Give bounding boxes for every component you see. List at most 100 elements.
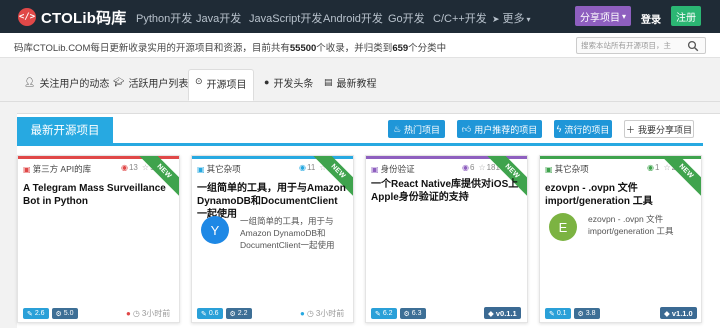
category-label: 其它杂项: [554, 164, 589, 174]
star-icon: ☆: [478, 163, 486, 172]
register-button[interactable]: 注册: [671, 6, 701, 26]
clock-icon: ◷: [306, 309, 314, 318]
category-icon: ▣: [545, 164, 553, 174]
card-stats: ◉6 ☆181: [462, 163, 500, 172]
stats-suffix: 个分类中: [408, 43, 447, 54]
card-category[interactable]: ▣ 其它杂项: [545, 163, 589, 175]
nav-more-label: 更多: [502, 13, 525, 25]
rating-value: 3.8: [585, 310, 596, 317]
project-title[interactable]: A Telegram Mass Surveillance Bot in Pyth…: [23, 182, 173, 208]
tab-dev-headlines[interactable]: ● 开发头条: [258, 70, 319, 94]
card-footer-badges: ✎ 2.6 ⚙ 5.0: [23, 308, 81, 319]
hot-projects-button[interactable]: ♨ 热门项目: [388, 120, 445, 138]
button-label: 流行的项目: [564, 124, 610, 135]
category-label: 第三方 API的库: [32, 164, 92, 174]
caret-down-icon: ▾: [526, 15, 531, 24]
search-input[interactable]: [581, 41, 685, 50]
caret-down-icon: ▾: [621, 11, 626, 21]
version-tag: ◆ v0.1.1: [484, 307, 521, 319]
card-category[interactable]: ▣ 其它杂项: [197, 163, 241, 175]
popular-projects-button[interactable]: ϟ 流行的项目: [554, 120, 612, 138]
card-footer-badges: ✎ 0.1 ⚙ 3.8: [545, 308, 603, 319]
panel-title-underline: [17, 143, 703, 146]
project-title[interactable]: 一个React Native库提供对iOS上Apple身份验证的支持: [371, 178, 521, 204]
rating-badge: ⚙ 3.8: [573, 308, 600, 319]
user-icon: ●: [300, 309, 305, 318]
category-icon: ▣: [23, 164, 31, 174]
dot-circle-icon: ⊙: [195, 76, 203, 86]
card-category[interactable]: ▣ 第三方 API的库: [23, 163, 91, 175]
score-value: 2.6: [34, 310, 45, 317]
tab-following-feed[interactable]: 👤︎ 关注用户的动态: [18, 70, 115, 94]
search-icon[interactable]: [687, 40, 699, 52]
nav-link-android[interactable]: Android开发: [323, 10, 383, 26]
newspaper-icon: ▤: [324, 76, 333, 87]
button-label: 用户推荐的项目: [474, 124, 538, 135]
time-label: 3小时前: [315, 309, 345, 318]
project-title[interactable]: ezovpn - .ovpn 文件 import/generation 工具: [545, 182, 695, 208]
share-project-label: 分享项目: [579, 12, 620, 24]
score-value: 6.2: [382, 310, 393, 317]
eye-icon: ◉: [121, 163, 128, 172]
login-link[interactable]: 登录: [641, 11, 661, 26]
nav-link-go[interactable]: Go开发: [388, 10, 425, 26]
nav-link-javascript[interactable]: JavaScript开发: [249, 10, 322, 26]
recommended-projects-button[interactable]: 👍︎ 用户推荐的项目: [457, 120, 542, 138]
project-card[interactable]: ▣第三方 API的库 ◉13☆543 NEW A Telegram Mass S…: [17, 155, 180, 323]
card-category[interactable]: ▣ 身份验证: [371, 163, 415, 175]
nav-link-python[interactable]: Python开发: [136, 10, 192, 26]
rating-value: 2.2: [237, 310, 248, 317]
category-label: 其它杂项: [206, 164, 241, 174]
tag-icon: ◆: [488, 308, 496, 318]
project-card[interactable]: ▣其它杂项 ◉1☆27 NEW ezovpn - .ovpn 文件 import…: [539, 155, 702, 323]
search-box: [576, 37, 706, 54]
view-count: 11: [306, 163, 316, 172]
view-count: 6: [469, 163, 475, 172]
bolt-icon: ϟ: [556, 124, 562, 134]
avatar[interactable]: Y: [201, 216, 229, 244]
user-icon: 👤︎: [24, 76, 36, 87]
site-brand[interactable]: </> CTOLib码库: [18, 7, 127, 27]
nav-link-cpp[interactable]: C/C++开发: [433, 10, 487, 26]
view-count: 13: [128, 163, 138, 172]
tab-label: 开发头条: [273, 78, 314, 90]
tab-label: 活跃用户列表: [128, 78, 189, 90]
nav-link-java[interactable]: Java开发: [196, 10, 241, 26]
button-label: 我要分享项目: [638, 124, 693, 135]
eye-icon: ◉: [299, 163, 306, 172]
edit-icon: ✎: [549, 310, 557, 318]
tab-label: 关注用户的动态: [39, 78, 110, 90]
rating-badge: ⚙ 5.0: [51, 308, 78, 319]
top-navbar: </> CTOLib码库 Python开发 Java开发 JavaScript开…: [0, 0, 720, 33]
view-count: 1: [654, 163, 660, 172]
card-footer-badges: ✎ 0.6 ⚙ 2.2: [197, 308, 255, 319]
share-my-project-button[interactable]: ＋我要分享项目: [624, 120, 694, 138]
project-card[interactable]: ▣其它杂项 ◉11☆184 NEW 一组简单的工具，用于与Amazon Dyna…: [191, 155, 354, 323]
tab-open-source-projects[interactable]: ⊙ 开源项目: [188, 69, 254, 101]
score-badge: ✎ 2.6: [23, 308, 49, 319]
nav-more-menu[interactable]: ➤ 更多 ▾: [492, 10, 531, 26]
plus-icon: ＋: [625, 124, 635, 135]
brand-logo-icon: </>: [18, 8, 36, 26]
version-label: v0.1.1: [495, 308, 517, 318]
site-stats-text: 码库CTOLib.COM每日更新收录实用的开源项目和资源，目前共有55500个收…: [14, 40, 446, 54]
tab-latest-tutorials[interactable]: ▤ 最新教程: [318, 70, 383, 94]
category-label: 身份验证: [380, 164, 415, 174]
gear-icon: ⚙: [55, 310, 64, 318]
tab-label: 开源项目: [206, 80, 247, 91]
score-badge: ✎ 6.2: [371, 308, 397, 319]
score-badge: ✎ 0.6: [197, 308, 223, 319]
share-project-button[interactable]: 分享项目 ▾: [575, 6, 631, 26]
category-icon: ▣: [371, 164, 379, 174]
version-tag: ◆ v1.1.0: [660, 307, 697, 319]
edit-icon: ✎: [201, 310, 209, 318]
edit-icon: ✎: [27, 310, 35, 318]
thumbs-up-icon: 👍︎: [461, 123, 472, 134]
stats-middle: 个收录，并归类到: [316, 43, 393, 54]
avatar[interactable]: E: [549, 213, 577, 241]
tab-active-users[interactable]: 🎓︎ 活跃用户列表: [107, 70, 194, 94]
user-icon: ●: [126, 309, 131, 318]
tag-icon: ◆: [664, 308, 672, 318]
card-footer-badges: ✎ 6.2 ⚙ 6.3: [371, 308, 429, 319]
project-card[interactable]: ▣ 身份验证 ◉6 ☆181 NEW 一个React Native库提供对iOS上A…: [365, 155, 528, 323]
